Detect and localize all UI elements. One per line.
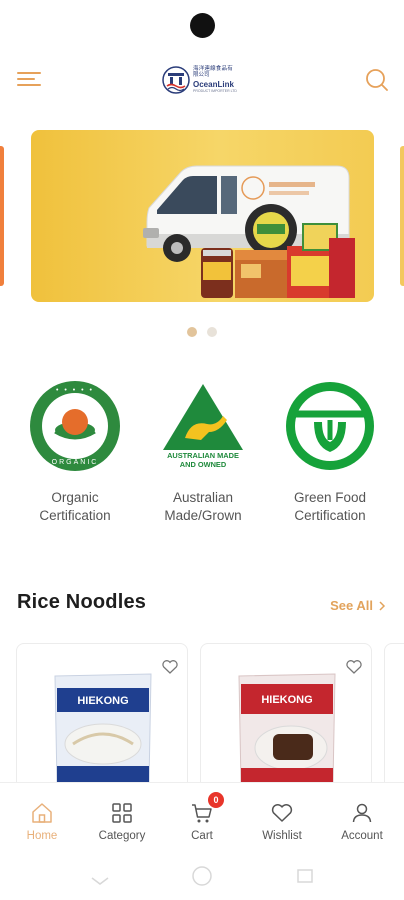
see-all-link[interactable]: See All [330,598,387,613]
tab-wishlist[interactable]: Wishlist [242,783,322,855]
tab-home-label: Home [26,830,58,842]
home-nav-icon [192,866,212,886]
carousel-dots [0,327,404,339]
cert-australian-made[interactable]: AUSTRALIAN MADE AND OWNED Australian Mad… [143,376,263,525]
product-card[interactable]: HIEKONG [200,643,372,783]
product-package-image: HIEKONG [54,673,152,783]
cert-organic[interactable]: ORGANIC • • • • • Organic Certification [15,376,135,525]
certification-row: ORGANIC • • • • • Organic Certification … [0,376,404,526]
cert-green-food[interactable]: Green Food Certification [270,376,390,525]
australian-badge-line1: AUSTRALIAN MADE [167,451,239,460]
organic-badge-icon: ORGANIC • • • • • [30,381,120,471]
product-card-peek[interactable] [384,643,404,783]
menu-icon-bar [17,72,41,74]
logo-brand-name: OceanLink [193,79,234,89]
section-title: Rice Noodles [17,591,147,613]
organic-badge-text: ORGANIC [52,459,99,466]
cert-organic-label: Organic Certification [39,490,111,523]
oceanlink-logo[interactable]: 海洋連線食品有 限公司 OceanLink PRODUCT IMPORTER L… [162,62,244,98]
carousel-dot-1[interactable] [187,327,197,337]
logo-emblem-icon [162,66,190,94]
grid-icon [112,803,132,823]
menu-icon-bar [17,78,35,80]
australian-badge-line2: AND OWNED [180,460,227,469]
menu-button[interactable] [14,66,44,92]
wishlist-heart-icon[interactable] [345,658,363,676]
tab-category[interactable]: Category [82,783,162,855]
green-food-badge-icon [286,382,374,470]
tab-wishlist-label: Wishlist [262,830,302,842]
banner-next-peek[interactable] [400,146,404,286]
product-carousel: HIEKONG HIEKONG [16,643,404,783]
chevron-right-icon [379,600,386,611]
banner-prev-peek[interactable] [0,146,4,286]
search-button[interactable] [364,67,390,93]
tab-category-label: Category [98,830,146,842]
delivery-van-illustration [143,165,355,298]
rice-noodles-section-header: Rice Noodles See All [17,588,387,618]
home-icon [32,803,52,823]
back-nav-icon [91,877,109,885]
cert-green-food-label: Green Food Certification [293,490,367,523]
cert-australian-label: Australian Made/Grown [164,490,242,523]
product-card[interactable]: HIEKONG [16,643,188,783]
promo-banner[interactable] [31,130,374,302]
logo-cn-line2: 限公司 [193,72,210,79]
see-all-label: See All [330,598,373,613]
product-brand: HIEKONG [261,694,312,706]
search-icon [366,69,388,91]
carousel-dot-2[interactable] [207,327,217,337]
product-package-image: HIEKONG [238,673,336,783]
user-icon [352,803,372,823]
recents-nav-icon [297,869,313,883]
wishlist-heart-icon[interactable] [161,658,179,676]
tab-account[interactable]: Account [322,783,402,855]
bottom-tab-bar: Home Category 0 Cart Wishlist Account [0,782,404,854]
tab-home[interactable]: Home [2,783,82,855]
tab-account-label: Account [341,830,383,842]
cart-count-badge: 0 [208,792,224,808]
australian-made-badge-icon: AUSTRALIAN MADE AND OWNED [163,384,243,469]
heart-icon [271,804,293,822]
tab-cart-label: Cart [191,830,213,842]
menu-icon-bar [17,84,41,86]
logo-subtitle: PRODUCT IMPORTER LTD [193,88,237,93]
system-nav-bar [0,854,404,900]
tab-cart[interactable]: 0 Cart [162,783,242,855]
system-nav-icons [91,866,313,886]
product-brand: HIEKONG [77,695,128,707]
app-header: 海洋連線食品有 限公司 OceanLink PRODUCT IMPORTER L… [0,56,404,104]
svg-text:• • • • •: • • • • • [56,387,94,394]
front-camera [190,13,215,38]
logo-text: 海洋連線食品有 限公司 OceanLink PRODUCT IMPORTER L… [193,66,237,94]
